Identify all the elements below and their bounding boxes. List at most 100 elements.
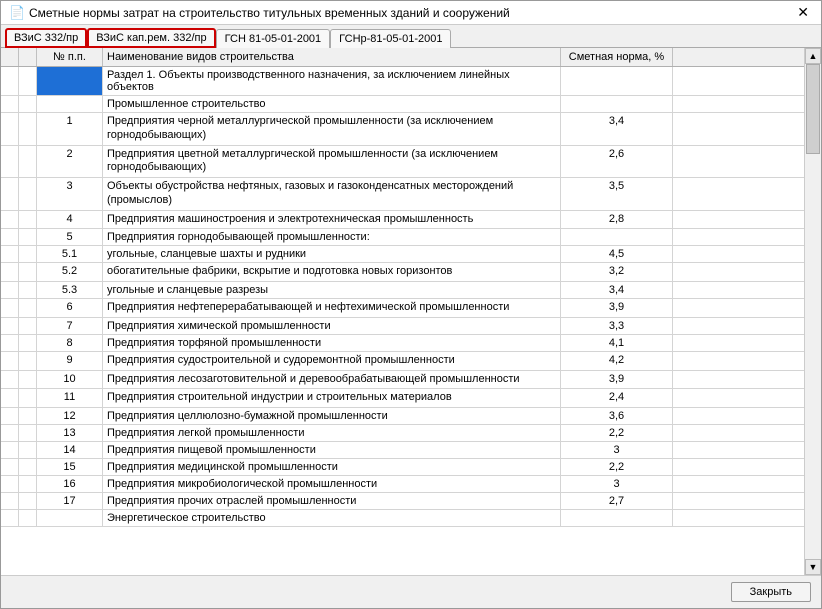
cell-name: Промышленное строительство xyxy=(103,96,561,112)
tree-toggle[interactable] xyxy=(1,299,19,317)
table-row[interactable]: 13Предприятия легкой промышленности2,2 xyxy=(1,425,804,442)
grid-header-num[interactable]: № п.п. xyxy=(37,48,103,66)
tree-toggle[interactable] xyxy=(1,335,19,351)
tree-toggle[interactable] xyxy=(1,113,19,145)
table-row[interactable]: 16Предприятия микробиологической промышл… xyxy=(1,476,804,493)
table-row[interactable]: 1Предприятия черной металлургической про… xyxy=(1,113,804,146)
tree-toggle[interactable] xyxy=(1,246,19,262)
cell-num: 11 xyxy=(37,389,103,407)
cell-norm: 2,6 xyxy=(561,146,673,178)
table-row[interactable]: 7Предприятия химической промышленности3,… xyxy=(1,318,804,335)
table-row[interactable]: 3Объекты обустройства нефтяных, газовых … xyxy=(1,178,804,211)
table-row[interactable]: 10Предприятия лесозаготовительной и дере… xyxy=(1,371,804,390)
cell-num: 14 xyxy=(37,442,103,458)
tree-toggle[interactable] xyxy=(1,510,19,526)
tree-toggle[interactable] xyxy=(1,493,19,509)
table-row[interactable]: 14Предприятия пищевой промышленности3 xyxy=(1,442,804,459)
tree-toggle[interactable] xyxy=(1,263,19,281)
table-row[interactable]: 5.2обогатительные фабрики, вскрытие и по… xyxy=(1,263,804,282)
cell-num: 8 xyxy=(37,335,103,351)
tree-toggle[interactable] xyxy=(1,211,19,229)
grid-header-name[interactable]: Наименование видов строительства xyxy=(103,48,561,66)
table-row[interactable]: 12Предприятия целлюлозно-бумажной промыш… xyxy=(1,408,804,425)
cell-norm: 3,4 xyxy=(561,113,673,145)
sub-indent xyxy=(19,211,37,229)
tab-1[interactable]: ВЗиС кап.рем. 332/пр xyxy=(87,28,215,48)
table-row[interactable]: Раздел 1. Объекты производственного назн… xyxy=(1,67,804,96)
tree-toggle[interactable] xyxy=(1,389,19,407)
tree-toggle[interactable] xyxy=(1,282,19,298)
sub-indent xyxy=(19,146,37,178)
tree-toggle[interactable] xyxy=(1,425,19,441)
cell-norm xyxy=(561,67,673,95)
cell-name: Предприятия торфяной промышленности xyxy=(103,335,561,351)
grid-header: № п.п. Наименование видов строительства … xyxy=(1,48,804,67)
grid-header-norm[interactable]: Сметная норма, % xyxy=(561,48,673,66)
table-row[interactable]: 5.1угольные, сланцевые шахты и рудники4,… xyxy=(1,246,804,263)
cell-name: Предприятия химической промышленности xyxy=(103,318,561,334)
table-row[interactable]: 17Предприятия прочих отраслей промышленн… xyxy=(1,493,804,510)
scroll-thumb[interactable] xyxy=(806,64,820,154)
grid-header-tree xyxy=(1,48,19,66)
tree-toggle[interactable] xyxy=(1,352,19,370)
tree-toggle[interactable] xyxy=(1,408,19,424)
table-row[interactable]: 9Предприятия судостроительной и судоремо… xyxy=(1,352,804,371)
vertical-scrollbar[interactable]: ▲ ▼ xyxy=(804,48,821,575)
cell-name: Предприятия цветной металлургической про… xyxy=(103,146,561,178)
close-icon[interactable]: ✕ xyxy=(793,4,813,21)
cell-name: Предприятия целлюлозно-бумажной промышле… xyxy=(103,408,561,424)
cell-norm: 2,7 xyxy=(561,493,673,509)
tree-toggle[interactable] xyxy=(1,476,19,492)
table-row[interactable]: Энергетическое строительство xyxy=(1,510,804,527)
tree-toggle[interactable] xyxy=(1,371,19,389)
sub-indent xyxy=(19,510,37,526)
table-row[interactable]: 5.3угольные и сланцевые разрезы3,4 xyxy=(1,282,804,299)
cell-num: 15 xyxy=(37,459,103,475)
sub-indent xyxy=(19,371,37,389)
table-row[interactable]: 11Предприятия строительной индустрии и с… xyxy=(1,389,804,408)
cell-name: Предприятия прочих отраслей промышленнос… xyxy=(103,493,561,509)
tree-toggle[interactable] xyxy=(1,146,19,178)
scroll-track[interactable] xyxy=(805,64,821,559)
cell-name: Предприятия машиностроения и электротехн… xyxy=(103,211,561,229)
tab-2[interactable]: ГСН 81-05-01-2001 xyxy=(216,29,331,48)
cell-norm: 3,5 xyxy=(561,178,673,210)
close-button[interactable]: Закрыть xyxy=(731,582,811,602)
cell-name: угольные, сланцевые шахты и рудники xyxy=(103,246,561,262)
tree-toggle[interactable] xyxy=(1,459,19,475)
table-row[interactable]: 8Предприятия торфяной промышленности4,1 xyxy=(1,335,804,352)
sub-indent xyxy=(19,459,37,475)
cell-norm: 3,9 xyxy=(561,299,673,317)
tab-3[interactable]: ГСНр-81-05-01-2001 xyxy=(330,29,451,48)
cell-norm: 4,1 xyxy=(561,335,673,351)
sub-indent xyxy=(19,282,37,298)
cell-num xyxy=(37,96,103,112)
cell-num: 10 xyxy=(37,371,103,389)
cell-num: 7 xyxy=(37,318,103,334)
table-row[interactable]: 2Предприятия цветной металлургической пр… xyxy=(1,146,804,179)
table-row[interactable]: Промышленное строительство xyxy=(1,96,804,113)
sub-indent xyxy=(19,246,37,262)
table-row[interactable]: 5Предприятия горнодобывающей промышленно… xyxy=(1,229,804,246)
tab-0[interactable]: ВЗиС 332/пр xyxy=(5,28,87,48)
scroll-up-icon[interactable]: ▲ xyxy=(805,48,821,64)
cell-name: Предприятия медицинской промышленности xyxy=(103,459,561,475)
tree-toggle[interactable] xyxy=(1,178,19,210)
tree-toggle[interactable] xyxy=(1,96,19,112)
tree-toggle[interactable] xyxy=(1,67,19,95)
cell-num: 17 xyxy=(37,493,103,509)
tree-toggle[interactable] xyxy=(1,318,19,334)
table-row[interactable]: 4Предприятия машиностроения и электротех… xyxy=(1,211,804,230)
scroll-down-icon[interactable]: ▼ xyxy=(805,559,821,575)
cell-norm: 3,2 xyxy=(561,263,673,281)
table-row[interactable]: 15Предприятия медицинской промышленности… xyxy=(1,459,804,476)
cell-norm: 3,4 xyxy=(561,282,673,298)
table-row[interactable]: 6Предприятия нефтеперерабатывающей и неф… xyxy=(1,299,804,318)
cell-norm: 3,9 xyxy=(561,371,673,389)
grid-body[interactable]: Раздел 1. Объекты производственного назн… xyxy=(1,67,804,575)
tree-toggle[interactable] xyxy=(1,229,19,245)
sub-indent xyxy=(19,299,37,317)
tree-toggle[interactable] xyxy=(1,442,19,458)
cell-name: Предприятия легкой промышленности xyxy=(103,425,561,441)
cell-num xyxy=(37,510,103,526)
